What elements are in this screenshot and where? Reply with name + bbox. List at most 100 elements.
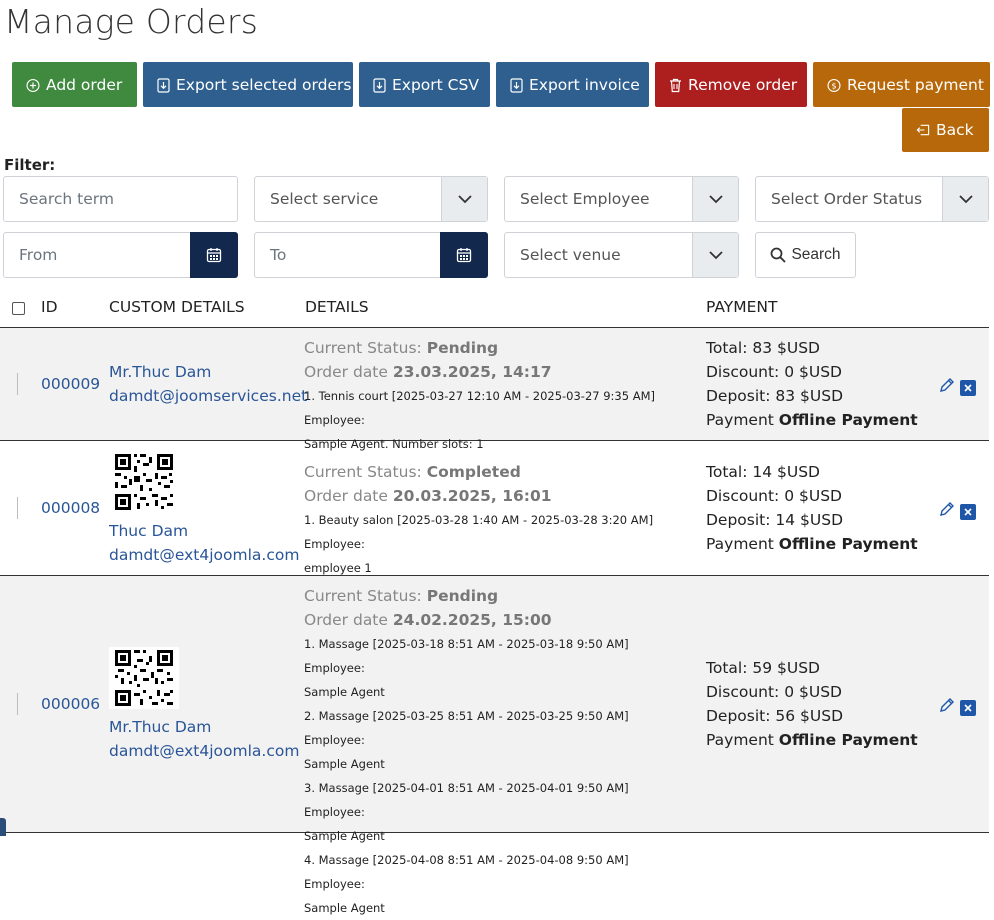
order-date-label: Order date: [304, 611, 388, 629]
export-csv-button[interactable]: Export CSV: [359, 62, 490, 107]
qr-code-icon: [109, 647, 179, 709]
payment-label: Payment: [706, 731, 774, 749]
status-value: Pending: [426, 587, 499, 605]
venue-select[interactable]: Select venue: [504, 232, 739, 278]
chevron-down-icon: [942, 177, 988, 221]
order-date-value: 24.02.2025, 15:00: [392, 611, 552, 629]
payment-deposit: Deposit: 83 $USD: [706, 387, 844, 405]
select-all-checkbox[interactable]: [12, 302, 25, 315]
pencil-icon[interactable]: [938, 697, 955, 718]
order-item-line: 1. Beauty salon [2025-03-28 1:40 AM - 20…: [304, 513, 654, 551]
payment-discount: Discount: 0 $USD: [706, 683, 842, 701]
chevron-down-icon: [692, 177, 738, 221]
close-icon[interactable]: [960, 503, 976, 520]
table-row: 000006 Mr.Thuc Dam damdt@ext4joomla.com …: [0, 576, 989, 915]
payment-total: Total: 83 $USD: [706, 339, 820, 357]
order-item-line: 1. Tennis court [2025-03-27 12:10 AM - 2…: [304, 389, 655, 427]
row-select-handle[interactable]: [17, 693, 18, 715]
status-label: Current Status:: [304, 339, 422, 357]
order-item-line: Sample Agent: [304, 685, 385, 699]
order-id-link[interactable]: 000006: [41, 695, 100, 713]
venue-select-value: Select venue: [520, 246, 621, 264]
order-id-link[interactable]: 000008: [41, 499, 100, 517]
customer-name-link[interactable]: Thuc Dam: [109, 519, 299, 543]
payment-deposit: Deposit: 56 $USD: [706, 707, 844, 725]
to-date-placeholder: To: [270, 246, 287, 264]
order-item-line: 2. Massage [2025-03-25 8:51 AM - 2025-03…: [304, 709, 629, 747]
payment-deposit: Deposit: 14 $USD: [706, 511, 844, 529]
order-item-line: Sample Agent: [304, 901, 385, 915]
back-label: Back: [936, 121, 974, 139]
download-icon: [157, 77, 170, 93]
column-payment: PAYMENT: [706, 298, 778, 316]
customer-name-link[interactable]: Mr.Thuc Dam: [109, 715, 299, 739]
payment-method: Offline Payment: [778, 731, 918, 749]
to-date-input[interactable]: To: [254, 232, 488, 278]
from-date-input[interactable]: From: [3, 232, 238, 278]
payment-total: Total: 59 $USD: [706, 659, 820, 677]
close-icon[interactable]: [960, 379, 976, 396]
payment-details: Total: 59 $USD Discount: 0 $USD Deposit:…: [706, 656, 918, 752]
order-date-label: Order date: [304, 487, 388, 505]
download-icon: [373, 77, 386, 93]
payment-label: Payment: [706, 535, 774, 553]
download-icon: [510, 77, 523, 93]
order-status-select-value: Select Order Status: [771, 190, 923, 208]
order-status-select[interactable]: Select Order Status: [755, 176, 989, 222]
search-button[interactable]: Search: [755, 232, 856, 278]
row-select-handle[interactable]: [17, 373, 18, 395]
payment-details: Total: 83 $USD Discount: 0 $USD Deposit:…: [706, 336, 918, 432]
row-select-handle[interactable]: [17, 497, 18, 519]
order-date-value: 20.03.2025, 16:01: [392, 487, 552, 505]
pencil-icon[interactable]: [938, 377, 955, 398]
export-invoice-button[interactable]: Export invoice: [496, 62, 649, 107]
pencil-icon[interactable]: [938, 501, 955, 522]
search-term-input[interactable]: Search term: [3, 176, 238, 222]
payment-method: Offline Payment: [778, 535, 918, 553]
back-button[interactable]: Back: [902, 108, 989, 152]
remove-order-label: Remove order: [688, 75, 798, 94]
from-date-placeholder: From: [19, 246, 58, 264]
payment-label: Payment: [706, 411, 774, 429]
table-header: ID CUSTOM DETAILS DETAILS PAYMENT: [0, 290, 989, 328]
remove-order-button[interactable]: Remove order: [655, 62, 807, 107]
page-title: Manage Orders: [4, 2, 258, 41]
customer-details: Mr.Thuc Dam damdt@ext4joomla.com: [109, 715, 299, 763]
request-payment-label: Request payment: [847, 75, 984, 94]
customer-email-link[interactable]: damdt@joomservices.net: [109, 384, 307, 408]
row-actions: [938, 697, 976, 718]
add-order-button[interactable]: Add order: [12, 62, 137, 107]
order-id-link[interactable]: 000009: [41, 375, 100, 393]
table-row: 000009 Mr.Thuc Dam damdt@joomservices.ne…: [0, 328, 989, 451]
calendar-icon[interactable]: [440, 232, 488, 278]
calendar-icon[interactable]: [190, 232, 238, 278]
customer-name-link[interactable]: Mr.Thuc Dam: [109, 360, 307, 384]
customer-details: Mr.Thuc Dam damdt@joomservices.net: [109, 360, 307, 408]
plus-circle-icon: [26, 78, 40, 92]
add-order-label: Add order: [46, 75, 123, 94]
status-value: Pending: [426, 339, 499, 357]
export-invoice-label: Export invoice: [529, 75, 640, 94]
chevron-down-icon: [441, 177, 487, 221]
export-selected-label: Export selected orders: [176, 75, 352, 94]
customer-details: Thuc Dam damdt@ext4joomla.com: [109, 519, 299, 567]
customer-email-link[interactable]: damdt@ext4joomla.com: [109, 543, 299, 567]
payment-discount: Discount: 0 $USD: [706, 363, 842, 381]
order-item-line: 4. Massage [2025-04-08 8:51 AM - 2025-04…: [304, 853, 629, 891]
employee-select[interactable]: Select Employee: [504, 176, 739, 222]
service-select-value: Select service: [270, 190, 379, 208]
payment-discount: Discount: 0 $USD: [706, 487, 842, 505]
customer-email-link[interactable]: damdt@ext4joomla.com: [109, 739, 299, 763]
order-item-line: 1. Massage [2025-03-18 8:51 AM - 2025-03…: [304, 637, 629, 675]
request-payment-button[interactable]: $ Request payment: [813, 62, 990, 107]
service-select[interactable]: Select service: [254, 176, 488, 222]
chevron-down-icon: [692, 233, 738, 277]
close-icon[interactable]: [960, 699, 976, 716]
coin-icon: $: [827, 78, 841, 92]
order-item-line: Sample Agent: [304, 829, 385, 843]
order-date-value: 23.03.2025, 14:17: [392, 363, 552, 381]
order-details: Current Status: Pending Order date 24.02…: [304, 584, 684, 920]
payment-method: Offline Payment: [778, 411, 918, 429]
column-custom-details: CUSTOM DETAILS: [109, 298, 245, 316]
export-selected-orders-button[interactable]: Export selected orders: [143, 62, 353, 107]
